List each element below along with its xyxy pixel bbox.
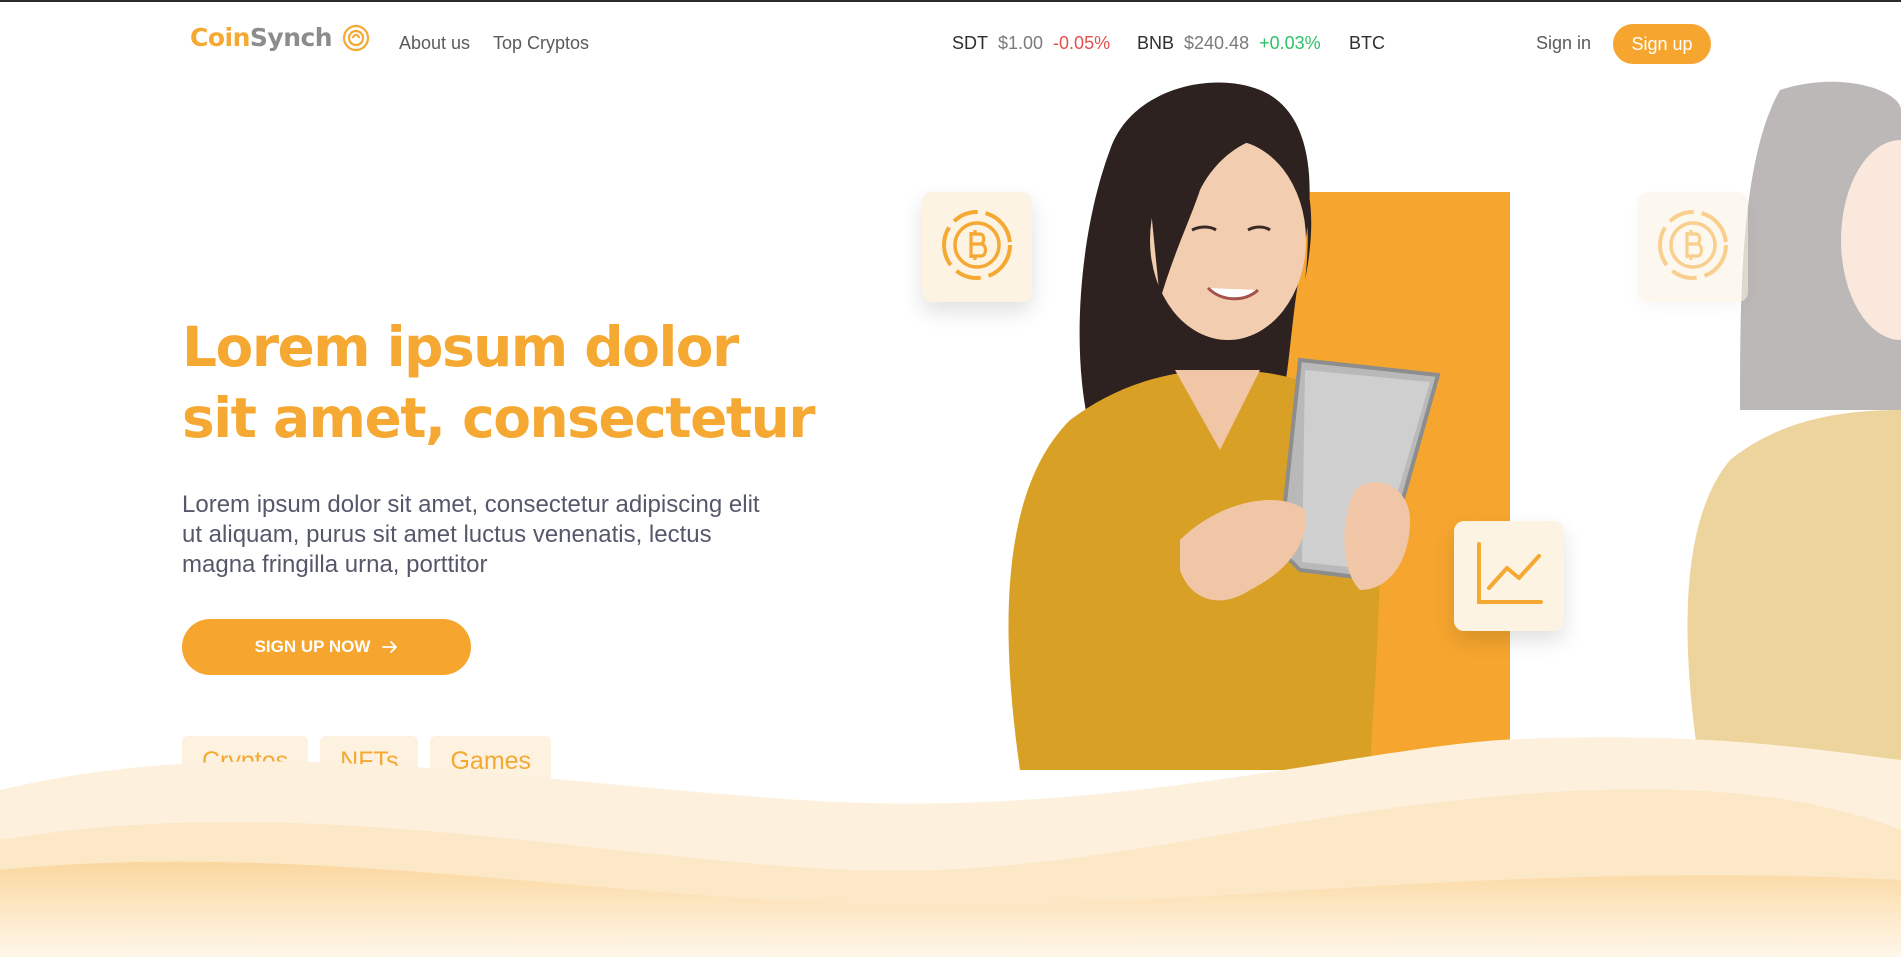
bitcoin-icon [1656,208,1730,287]
hero-title: Lorem ipsum dolor sit amet, consectetur [182,312,822,454]
ticker-item-sdt: SDT $1.00 -0.05% [952,33,1110,54]
sign-in-link[interactable]: Sign in [1536,33,1591,54]
bitcoin-icon [940,208,1014,287]
line-chart-icon [1471,536,1547,617]
logo[interactable]: Coin Synch [190,23,370,52]
bitcoin-card [922,192,1032,302]
ticker-symbol: BNB [1137,33,1175,53]
next-slide-preview [1687,81,1901,770]
sign-up-button[interactable]: Sign up [1613,24,1711,64]
bitcoin-card-preview [1638,192,1748,302]
ticker-item-bnb: BNB $240.48 +0.03% [1137,33,1321,54]
ticker-change: -0.05% [1053,33,1111,53]
header: Coin Synch About us Top Cryptos SDT $1.00… [0,2,1901,82]
arrow-right-icon [382,637,398,658]
hero-description: Lorem ipsum dolor sit amet, consectetur … [182,491,760,578]
logo-text-coin: Coin [190,23,250,52]
ticker-change: +0.03% [1259,33,1321,53]
nav-top-cryptos[interactable]: Top Cryptos [493,33,589,54]
hero-title-line-1: Lorem ipsum dolor [182,315,739,379]
ticker-symbol: BTC [1349,33,1385,53]
ticker-item-btc: BTC [1349,33,1385,54]
ticker-price: $240.48 [1184,33,1250,53]
cta-label: SIGN UP NOW [254,637,371,656]
logo-text-synch: Synch [249,23,333,52]
ticker-price: $1.00 [998,33,1044,53]
coin-logo-icon [342,24,370,52]
ticker-symbol: SDT [952,33,988,53]
chart-card [1454,521,1564,631]
decorative-waves [0,737,1901,957]
hero-woman-illustration [1008,82,1441,770]
hero-title-line-2: sit amet, consectetur [182,386,815,450]
sign-up-now-button[interactable]: SIGN UP NOW [182,619,471,675]
nav-about-us[interactable]: About us [399,33,470,54]
